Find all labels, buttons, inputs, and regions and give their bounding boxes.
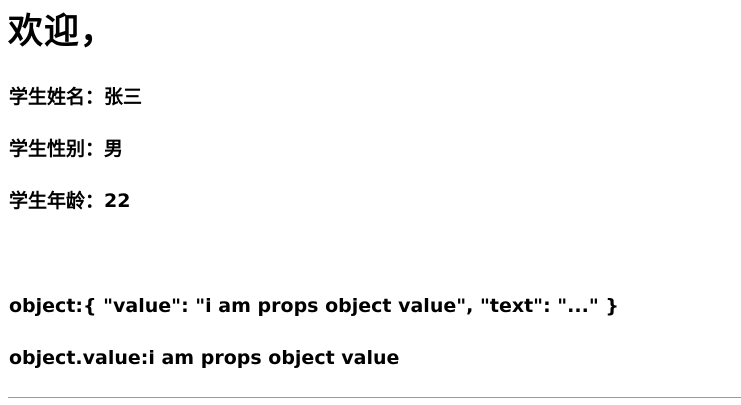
- student-gender-label: 学生性别：: [9, 138, 105, 160]
- student-gender-value: 男: [104, 138, 124, 160]
- props-object-value: { "value": "i am props object value", "t…: [83, 295, 619, 317]
- page-title: 欢迎，: [8, 12, 117, 52]
- props-object-value-label: object.value:: [9, 347, 149, 369]
- divider: [8, 397, 741, 398]
- student-age-label: 学生年龄：: [9, 190, 105, 212]
- props-object-label: object:: [9, 295, 83, 317]
- student-name-label: 学生姓名：: [9, 86, 105, 108]
- student-name-value: 张三: [104, 86, 143, 108]
- student-age-row: 学生年龄：22: [9, 189, 130, 213]
- student-name-row: 学生姓名：张三: [9, 85, 142, 109]
- props-object-value-text: i am props object value: [148, 347, 400, 369]
- page: 欢迎， 学生姓名：张三 学生性别：男 学生年龄：22 object:{ "val…: [0, 0, 741, 405]
- student-age-value: 22: [104, 190, 131, 212]
- student-gender-row: 学生性别：男: [9, 137, 123, 161]
- props-object-row: object:{ "value": "i am props object val…: [9, 294, 619, 318]
- props-object-value-row: object.value:i am props object value: [9, 346, 399, 370]
